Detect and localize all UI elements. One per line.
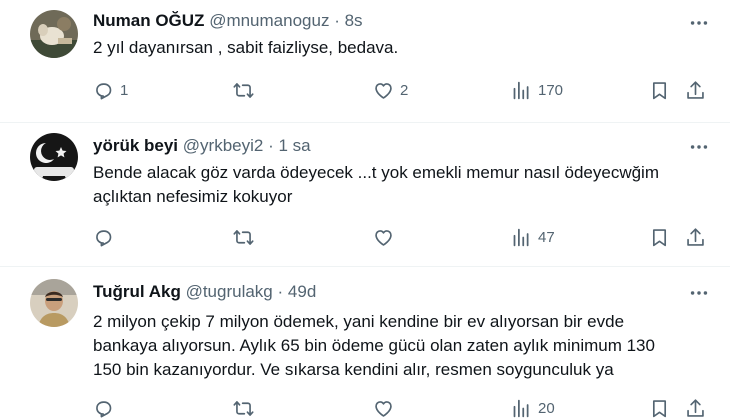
retweet-button[interactable] [233, 225, 260, 249]
retweet-icon [233, 80, 254, 101]
timestamp[interactable]: 49d [288, 282, 316, 301]
tweet-text-line: 150 bin kazanıyordur. Ve sıkarsa kendini… [93, 360, 614, 379]
tweet-text-line: açlıktan nefesimiz kokuyor [93, 187, 293, 206]
author-handle[interactable]: @yrkbeyi2 [183, 136, 264, 155]
retweet-button[interactable] [233, 396, 260, 420]
bookmark-button[interactable] [649, 396, 670, 420]
author-name[interactable]: Numan OĞUZ [93, 11, 204, 30]
like-button[interactable] [373, 396, 400, 420]
bookmark-button[interactable] [649, 225, 670, 249]
retweet-icon [233, 398, 254, 419]
more-icon[interactable] [688, 12, 710, 34]
more-icon[interactable] [688, 136, 710, 158]
tweet-text-line: Bende alacak göz varda ödeyecek ...t yok… [93, 163, 659, 182]
tweet-header: Numan OĞUZ @mnumanoguz · 8s [93, 10, 363, 32]
separator-dot: · [277, 282, 284, 301]
tweet-2[interactable]: yörük beyi @yrkbeyi2 · 1 sa Bende alacak… [0, 123, 730, 266]
bookmark-icon [649, 398, 670, 419]
more-icon[interactable] [688, 282, 710, 304]
timestamp[interactable]: 8s [345, 11, 363, 30]
tweet-1[interactable]: Numan OĞUZ @mnumanoguz · 8s 2 yıl dayanı… [0, 0, 730, 122]
like-icon [373, 80, 394, 101]
reply-icon [93, 227, 114, 248]
tweet-text: Bende alacak göz varda ödeyecek ...t yok… [93, 161, 713, 209]
tweet-actions: 47 [93, 225, 713, 249]
views-count: 20 [538, 399, 555, 417]
share-icon [685, 398, 706, 419]
author-name[interactable]: Tuğrul Akg [93, 282, 181, 301]
separator-dot: · [268, 136, 274, 155]
views-icon [511, 398, 532, 419]
views-button[interactable]: 20 [511, 396, 555, 420]
tweet-header: Tuğrul Akg @tugrulakg · 49d [93, 281, 316, 303]
tweet-text-line: bankaya alıyorsun. Aylık 65 bin ödeme gü… [93, 336, 655, 355]
author-name[interactable]: yörük beyi [93, 136, 178, 155]
reply-button[interactable] [93, 225, 120, 249]
tweet-3[interactable]: Tuğrul Akg @tugrulakg · 49d 2 milyon çek… [0, 267, 730, 420]
reply-button[interactable] [93, 396, 120, 420]
author-handle[interactable]: @tugrulakg [186, 282, 273, 301]
like-count: 2 [400, 81, 409, 99]
share-button[interactable] [685, 225, 706, 249]
share-button[interactable] [685, 396, 706, 420]
reply-icon [93, 80, 114, 101]
like-button[interactable]: 2 [373, 78, 408, 102]
retweet-button[interactable] [233, 78, 260, 102]
views-button[interactable]: 47 [511, 225, 555, 249]
like-button[interactable] [373, 225, 400, 249]
share-icon [685, 80, 706, 101]
views-count: 47 [538, 228, 555, 246]
views-count: 170 [538, 81, 564, 99]
share-button[interactable] [685, 78, 706, 102]
retweet-icon [233, 227, 254, 248]
tweet-text-line: 2 milyon çekip 7 milyon ödemek, yani ken… [93, 312, 625, 331]
tweet-actions: 1 2 170 [93, 78, 713, 102]
avatar[interactable] [30, 279, 78, 327]
bookmark-icon [649, 80, 670, 101]
tweet-text-line: 2 yıl dayanırsan , sabit faizliyse, beda… [93, 38, 399, 57]
reply-count: 1 [120, 81, 129, 99]
author-handle[interactable]: @mnumanoguz [209, 11, 329, 30]
like-icon [373, 227, 394, 248]
views-icon [511, 227, 532, 248]
reply-button[interactable]: 1 [93, 78, 128, 102]
tweet-text: 2 milyon çekip 7 milyon ödemek, yani ken… [93, 310, 713, 382]
reply-icon [93, 398, 114, 419]
tweet-actions: 20 [93, 396, 713, 420]
views-button[interactable]: 170 [511, 78, 563, 102]
separator-dot: · [334, 11, 340, 30]
views-icon [511, 80, 532, 101]
bookmark-button[interactable] [649, 78, 670, 102]
avatar[interactable] [30, 133, 78, 181]
tweet-header: yörük beyi @yrkbeyi2 · 1 sa [93, 135, 311, 157]
timestamp[interactable]: 1 sa [278, 136, 310, 155]
like-icon [373, 398, 394, 419]
share-icon [685, 227, 706, 248]
tweet-text: 2 yıl dayanırsan , sabit faizliyse, beda… [93, 36, 713, 60]
bookmark-icon [649, 227, 670, 248]
avatar[interactable] [30, 10, 78, 58]
